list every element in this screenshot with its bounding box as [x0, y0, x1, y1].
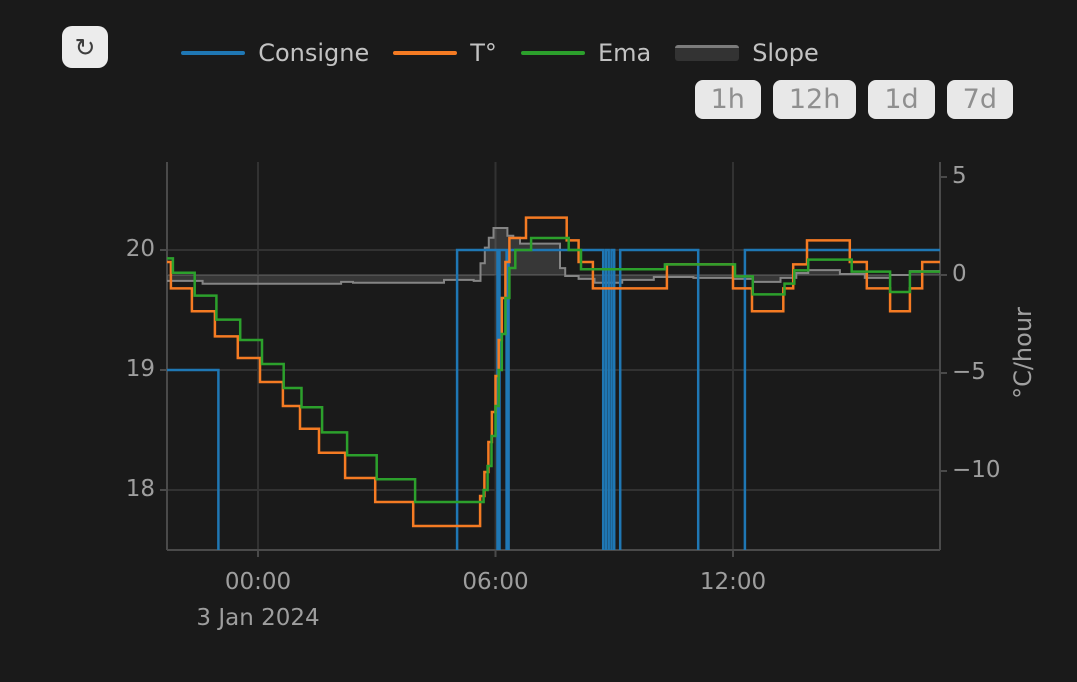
plot-area[interactable] [0, 0, 1077, 682]
series-group [167, 218, 941, 586]
series-consigne-line [167, 250, 941, 586]
climate-history-card: ↻ ConsigneT°EmaSlope 1h12h1d7d 3 Jan 202… [0, 0, 1077, 682]
